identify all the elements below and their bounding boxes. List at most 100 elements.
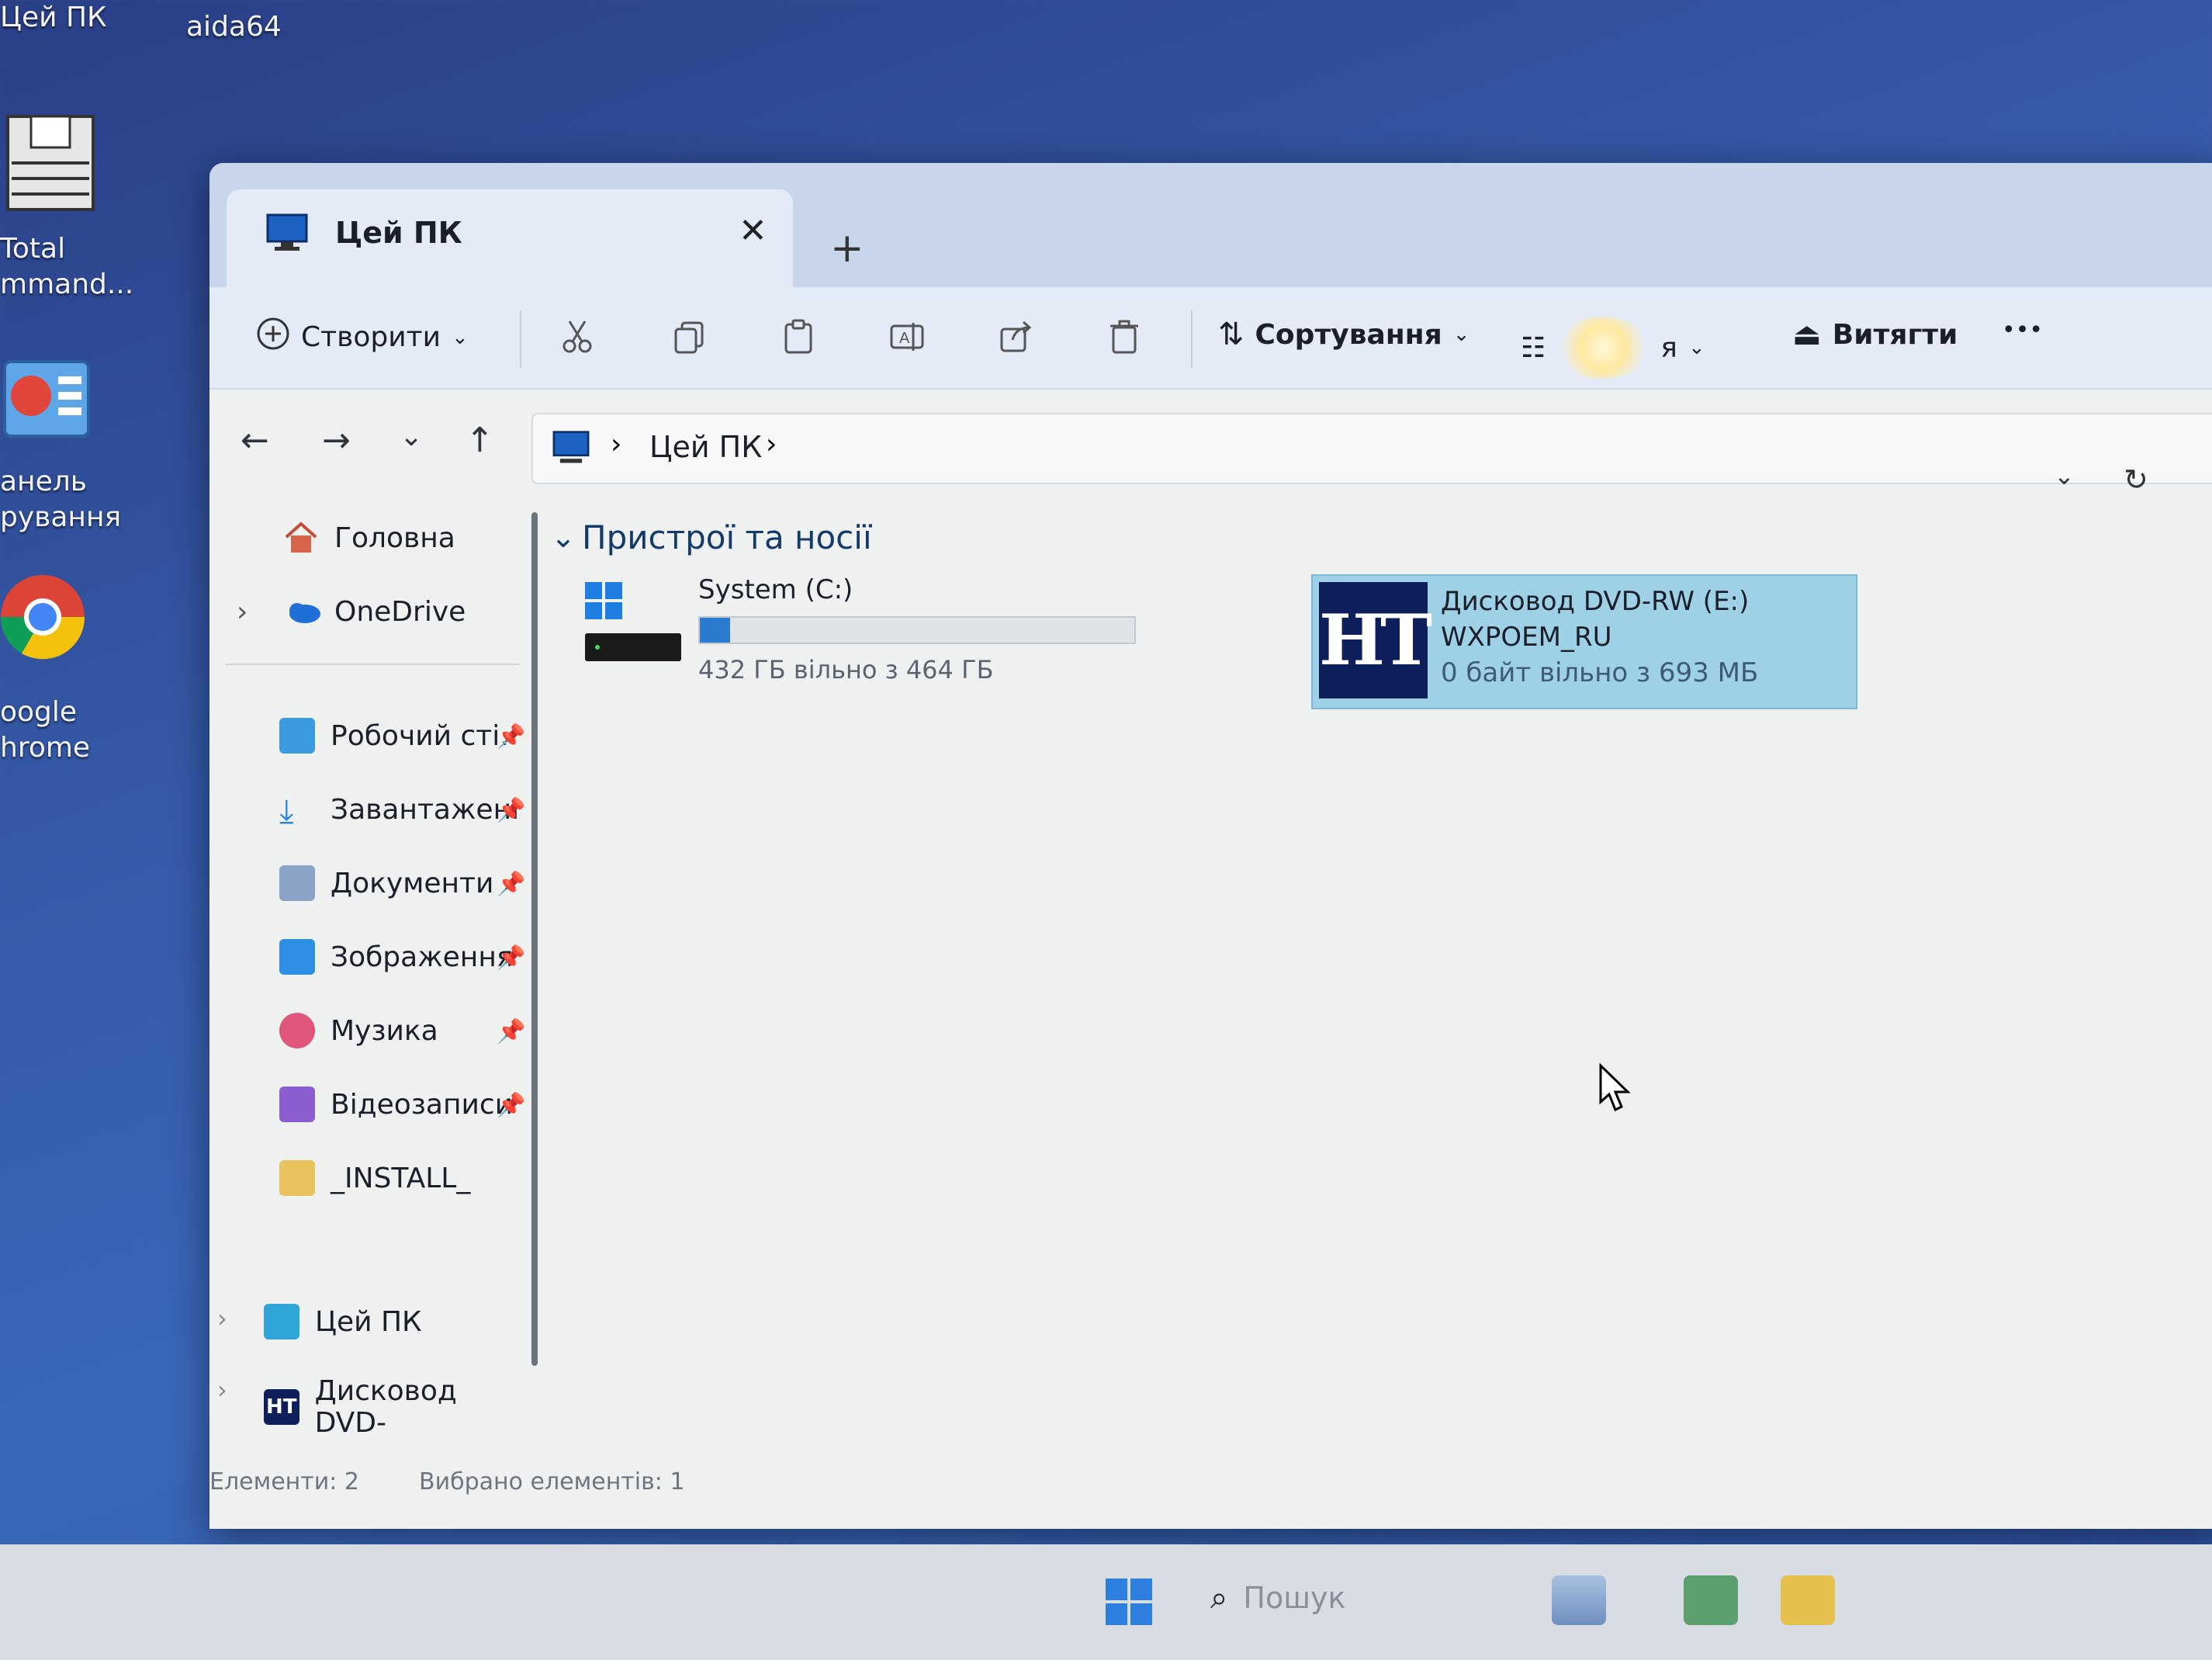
download-icon: ⤓ [279,792,294,830]
glare-spot [1556,317,1650,379]
title-bar: Цей ПК ✕ + [209,163,2212,287]
home-icon [283,520,319,556]
toolbar-divider [1191,310,1193,368]
sidebar-item-label: Робочий сті. [331,719,509,752]
share-icon[interactable] [997,318,1034,355]
breadcrumb-this-pc[interactable]: Цей ПК [649,430,762,464]
pin-icon[interactable]: 📌 [497,944,525,972]
drive-usage-bar [698,616,1136,644]
back-arrow-icon[interactable]: ← [241,421,269,460]
sidebar-item-this-pc[interactable]: Цей ПК [264,1304,422,1339]
forward-arrow-icon[interactable]: → [322,421,351,460]
sidebar-item-label: Зображення [331,941,514,973]
chevron-down-icon: ⌄ [1688,336,1705,359]
refresh-icon[interactable]: ↻ [2124,463,2148,497]
sidebar-item-desktop[interactable]: Робочий сті. [279,718,509,754]
tab-title: Цей ПК [335,216,462,250]
start-windows-icon[interactable] [1106,1579,1152,1625]
pin-icon[interactable]: 📌 [497,797,525,824]
address-bar[interactable]: › Цей ПК › ⌄ ↻ [531,413,2212,497]
windows-drive-icon [582,579,683,667]
pin-icon[interactable]: 📌 [497,1092,525,1119]
sidebar-item-label: _INSTALL_ [331,1162,471,1194]
sidebar-item-videos[interactable]: Відеозаписи [279,1086,513,1122]
drive-dvd-e[interactable]: HT Дисковод DVD-RW (E:) WXPOEM_RU 0 байт… [1311,574,1857,709]
sidebar-item-onedrive[interactable]: OneDrive [283,594,466,629]
taskbar-search[interactable]: ⌕ Пошук [1210,1580,1345,1616]
desktop-folder-icon [279,718,315,754]
create-label: Створити [301,321,441,353]
up-arrow-icon[interactable]: ↑ [466,421,494,460]
desktop-icon-aida64-label[interactable]: aida64 [186,9,282,45]
music-icon [279,1013,315,1048]
delete-icon[interactable] [1106,318,1143,355]
taskbar-app-terminal-icon[interactable] [1684,1575,1738,1625]
google-chrome-icon[interactable] [0,570,93,664]
drive-free-space: 432 ГБ вільно з 464 ГБ [698,655,994,684]
navigation-bar: ← → ⌄ ↑ › Цей ПК › ⌄ ↻ [209,390,2212,498]
taskbar-app-widgets-icon[interactable] [1552,1575,1606,1625]
collapse-group-chevron-icon[interactable]: ⌄ [551,520,576,554]
pin-icon[interactable]: 📌 [497,1018,525,1045]
pin-icon[interactable]: 📌 [497,723,525,750]
sidebar-scrollbar[interactable] [531,512,538,1366]
desktop-icon-this-pc-label[interactable]: Цей ПК [0,0,107,36]
new-tab-button[interactable]: + [830,225,864,272]
expand-chevron-icon[interactable]: › [217,1375,227,1405]
view-label: я [1660,331,1677,364]
sidebar-item-install[interactable]: _INSTALL_ [279,1160,470,1196]
more-options-button[interactable]: ••• [2002,317,2043,344]
sidebar-item-home[interactable]: Головна [283,520,455,556]
view-list-icon: ☷ [1521,331,1546,364]
disc-volume-label: WXPOEM_RU [1441,622,1612,653]
toolbar-divider [520,310,521,368]
group-header-devices[interactable]: Пристрої та носії [582,518,872,556]
copy-icon[interactable] [671,318,708,355]
breadcrumb-chevron-icon[interactable]: › [766,428,777,460]
sidebar-item-dvd-drive[interactable]: HT Дисковод DVD- [264,1375,535,1439]
item-count: Елементи: 2 [209,1468,359,1495]
tab-this-pc[interactable]: Цей ПК ✕ [227,189,793,287]
sidebar-item-label: OneDrive [334,595,466,628]
computer-icon [265,213,309,256]
pictures-icon [279,939,315,975]
desktop-icon-control-panel-label[interactable]: анель рування [0,464,121,535]
control-panel-icon[interactable] [0,357,93,442]
sidebar-item-label: Документи [331,867,494,899]
dvd-disc-label-icon: HT [1319,582,1432,698]
view-button[interactable]: ☷ я ⌄ [1521,317,1705,379]
sidebar-item-downloads[interactable]: ⤓ Завантажені [279,792,519,830]
sidebar-item-label: Відеозаписи [331,1088,514,1121]
sidebar-item-label: Головна [334,522,455,554]
sidebar-item-pictures[interactable]: Зображення [279,939,514,975]
eject-button[interactable]: ⏏ Витягти [1792,317,1958,352]
taskbar-app-file-explorer-icon[interactable] [1781,1575,1835,1625]
expand-chevron-icon[interactable]: › [217,1304,227,1333]
close-tab-icon[interactable]: ✕ [739,211,767,251]
desktop-icon-total-commander-label[interactable]: Total mmand... [0,231,133,303]
sidebar-item-music[interactable]: Музика [279,1013,438,1048]
sidebar-item-documents[interactable]: Документи [279,865,493,901]
navigation-pane: Головна › OneDrive Робочий сті. 📌 ⤓ Зава… [209,504,538,1459]
sort-label: Сортування [1255,318,1442,351]
expand-chevron-icon[interactable]: › [237,596,248,628]
eject-label: Витягти [1832,318,1958,351]
desktop-icon-chrome-label[interactable]: oogle hrome [0,695,90,766]
rename-icon[interactable]: A [888,318,926,355]
sidebar-item-label: Музика [331,1014,438,1047]
sort-button[interactable]: ⇅ Сортування ⌄ [1218,317,1470,352]
eject-icon: ⏏ [1792,317,1822,352]
paste-icon[interactable] [780,318,817,355]
address-dropdown-icon[interactable]: ⌄ [2054,461,2075,490]
sort-icon: ⇅ [1218,317,1244,352]
drive-c[interactable]: System (C:) 432 ГБ вільно з 464 ГБ [582,574,1141,706]
chevron-down-icon: ⌄ [451,325,469,349]
total-commander-icon[interactable] [0,109,101,217]
search-placeholder: Пошук [1243,1581,1346,1615]
recent-locations-chevron-icon[interactable]: ⌄ [400,421,423,452]
plus-circle-icon [256,317,290,358]
file-list-area: ⌄ Пристрої та носії System (C:) 432 ГБ в… [551,504,2212,1459]
create-button[interactable]: Створити ⌄ [256,317,469,358]
pin-icon[interactable]: 📌 [497,871,525,898]
cut-icon[interactable] [559,318,596,355]
